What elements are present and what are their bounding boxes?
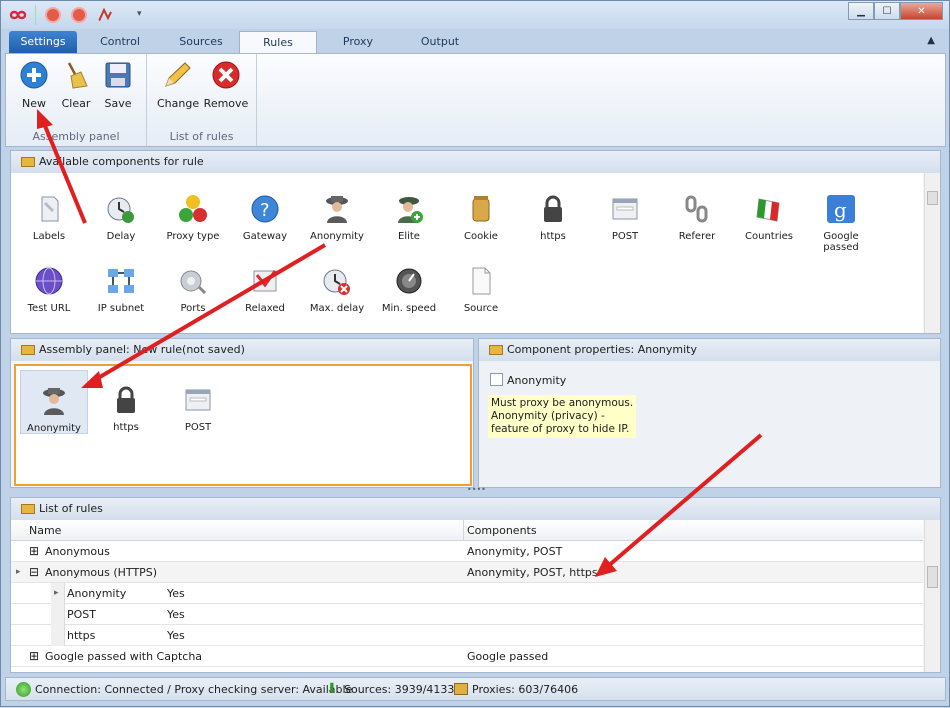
annotation-arrow <box>37 109 87 224</box>
annotation-arrows <box>37 109 763 577</box>
annotation-arrow <box>595 433 763 577</box>
annotation-arrow <box>81 243 327 388</box>
main-window: ▾ ▁ ☐ ✕ Settings Control Sources Rules P… <box>0 0 950 707</box>
